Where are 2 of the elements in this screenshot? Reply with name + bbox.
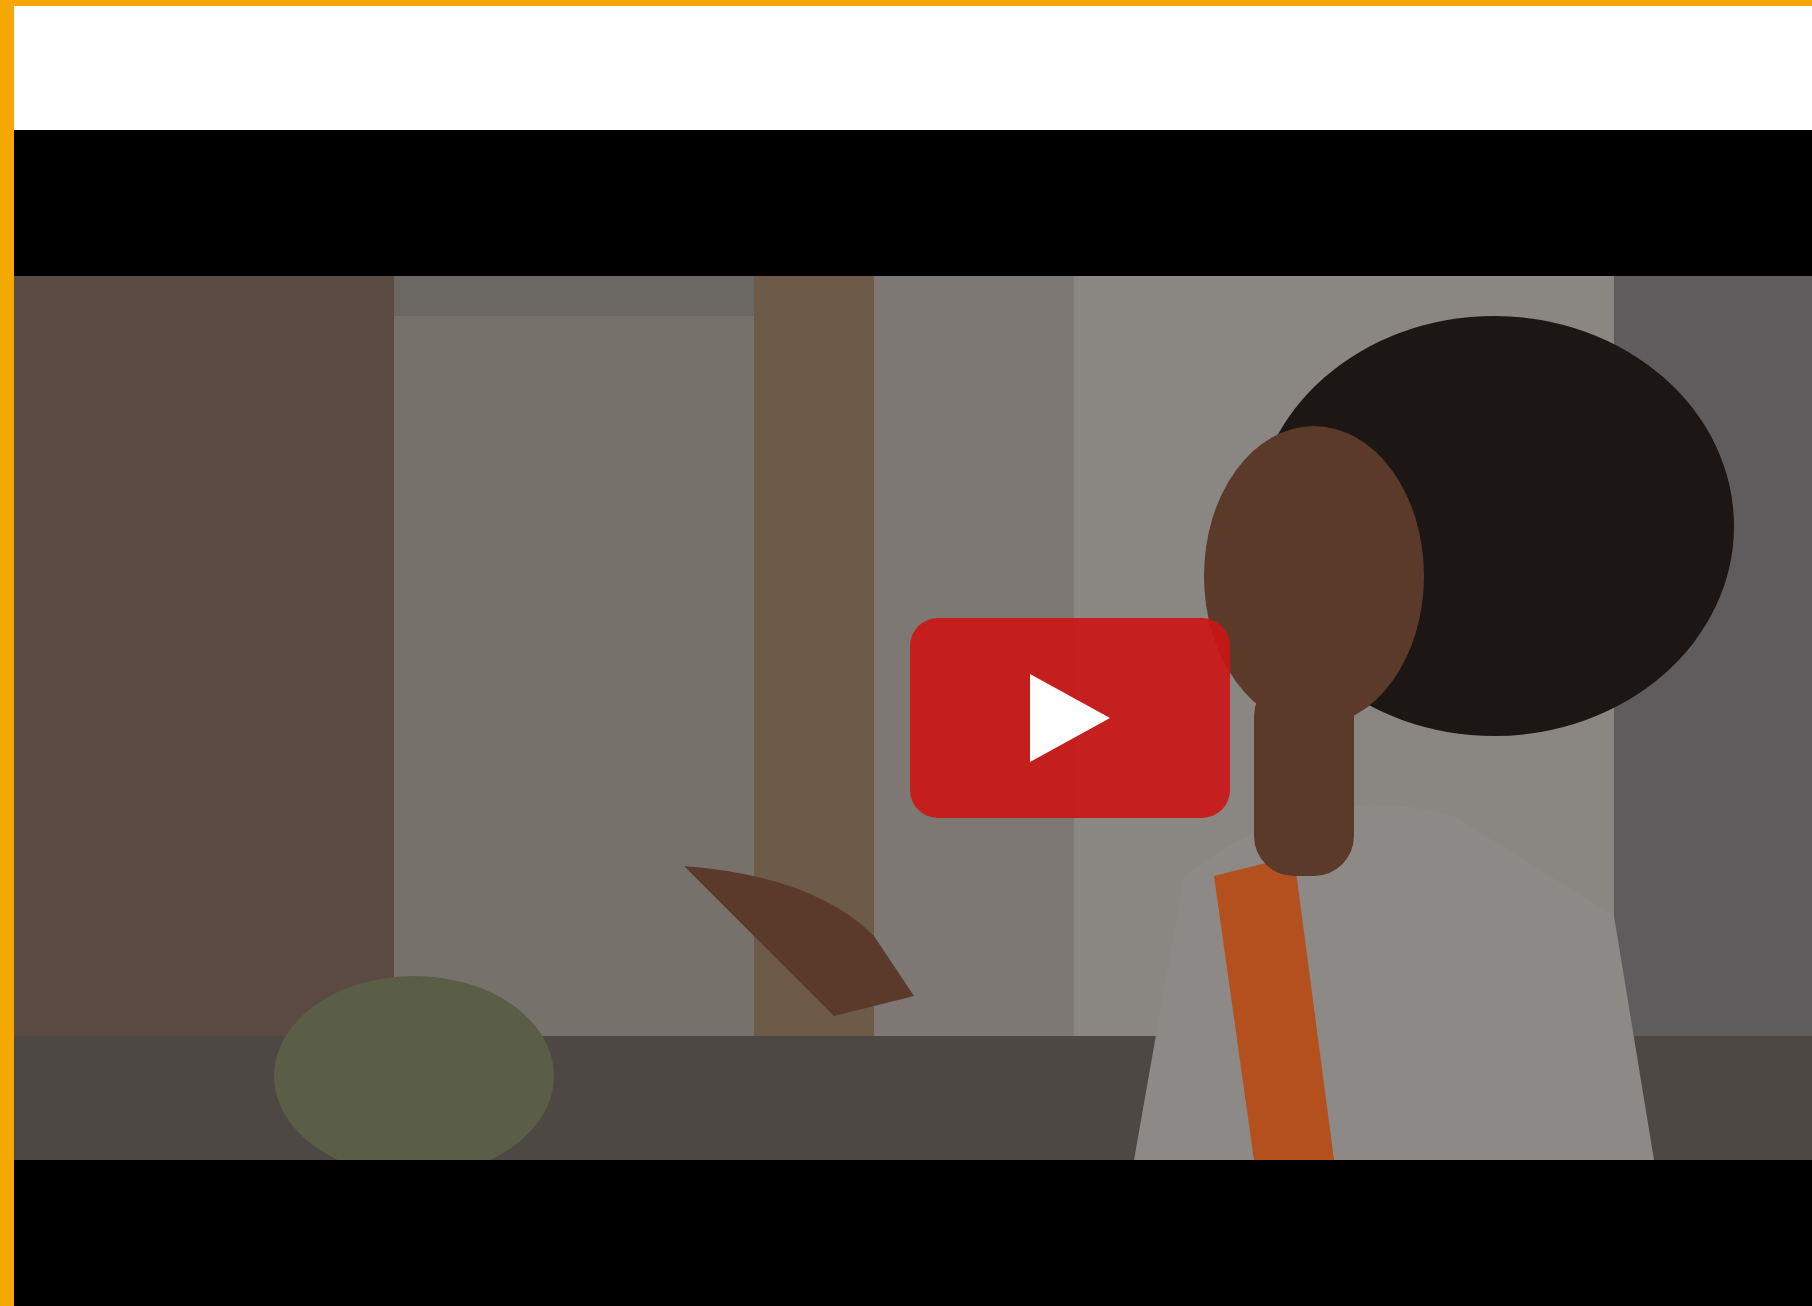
play-button[interactable]	[910, 618, 1230, 818]
play-icon	[1030, 674, 1110, 762]
